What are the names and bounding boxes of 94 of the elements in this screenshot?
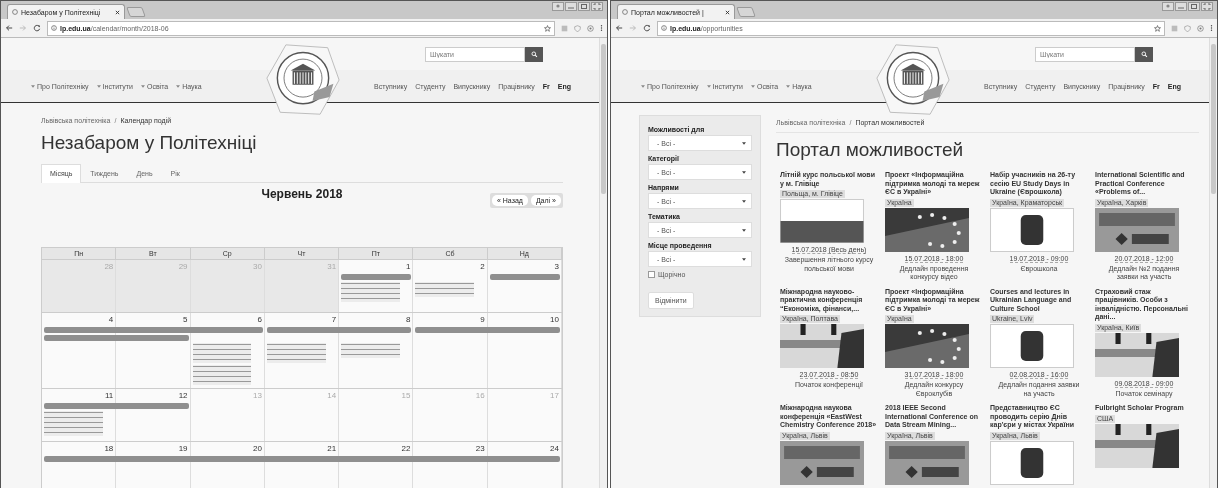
day-number: 20 <box>252 444 262 454</box>
caret-icon <box>742 199 746 203</box>
extension-icon[interactable] <box>561 24 568 32</box>
day-number: 18 <box>104 444 114 454</box>
caret-icon <box>742 141 746 145</box>
restore-icon[interactable] <box>1188 2 1200 11</box>
event-bar[interactable] <box>266 327 412 333</box>
day-number: 4 <box>108 315 114 325</box>
day-number: 23 <box>475 444 485 454</box>
restore-icon[interactable] <box>578 2 590 11</box>
day-number: 17 <box>550 391 559 401</box>
event-note[interactable] <box>44 411 103 436</box>
month-title: Червень 2018 <box>261 187 343 201</box>
back-icon[interactable] <box>615 24 623 32</box>
day-number: 15 <box>401 391 411 401</box>
extension-icon[interactable] <box>1197 24 1204 32</box>
scrollbar-thumb[interactable] <box>601 44 606 194</box>
day-cell[interactable]: 8 <box>339 313 414 388</box>
caret-icon <box>641 84 645 88</box>
caret-icon <box>140 84 145 88</box>
checkbox[interactable] <box>648 271 655 278</box>
new-tab-button[interactable] <box>126 7 146 17</box>
caret-icon <box>742 257 746 261</box>
forward-icon[interactable] <box>629 24 637 32</box>
search-button[interactable] <box>525 46 543 62</box>
day-number: 11 <box>104 391 114 401</box>
event-note[interactable] <box>341 282 400 302</box>
caret-icon <box>750 84 755 88</box>
day-number: 7 <box>331 315 337 325</box>
minimize-icon[interactable] <box>565 2 577 11</box>
caret-icon <box>176 84 181 88</box>
day-cell[interactable]: 7 <box>264 313 340 388</box>
shield-icon[interactable] <box>574 24 581 32</box>
day-number: 2 <box>480 262 485 272</box>
caret-icon <box>742 228 746 232</box>
search-icon <box>1140 50 1148 58</box>
search-button[interactable] <box>1135 46 1153 62</box>
forward-icon[interactable] <box>19 24 27 32</box>
new-tab-button[interactable] <box>736 7 756 17</box>
extension-icon[interactable] <box>587 24 594 32</box>
star-icon[interactable] <box>1154 24 1161 32</box>
caret-icon <box>786 84 791 88</box>
university-emblem-drawing[interactable] <box>875 42 951 118</box>
minimize-icon[interactable] <box>1175 2 1187 11</box>
day-number: 21 <box>327 444 337 454</box>
back-icon[interactable] <box>5 24 13 32</box>
day-number: 9 <box>480 315 485 325</box>
caret-icon <box>742 170 746 174</box>
day-number: 13 <box>252 391 262 401</box>
day-number: 24 <box>550 444 559 454</box>
day-number: 19 <box>178 444 188 454</box>
close-icon[interactable] <box>725 9 730 15</box>
search-icon <box>530 50 538 58</box>
event-note[interactable] <box>341 343 400 358</box>
reload-icon[interactable] <box>643 24 651 32</box>
globe-icon <box>12 9 18 15</box>
star-icon[interactable] <box>544 24 551 32</box>
caret-icon <box>96 84 101 88</box>
extension-icon[interactable] <box>1171 24 1178 32</box>
event-bar[interactable] <box>341 274 412 280</box>
caret-icon <box>31 84 35 88</box>
day-number: 3 <box>554 262 559 272</box>
menu-icon[interactable] <box>600 24 603 32</box>
fullscreen-icon[interactable] <box>591 2 603 11</box>
event-note[interactable] <box>192 343 252 363</box>
day-number: 12 <box>178 391 188 401</box>
day-number: 10 <box>550 315 559 325</box>
info-icon[interactable] <box>661 25 667 31</box>
event-note[interactable] <box>192 365 252 385</box>
event-bar[interactable] <box>489 274 560 280</box>
page-heading: Портал можливостей <box>776 139 965 161</box>
day-number: 16 <box>475 391 485 401</box>
day-number: 22 <box>401 444 411 454</box>
caret-icon <box>706 84 711 88</box>
close-icon[interactable] <box>115 9 120 15</box>
menu-icon[interactable] <box>1210 24 1213 32</box>
page-heading: Незабаром у Політехніці <box>41 132 258 154</box>
university-emblem-drawing[interactable] <box>265 42 341 118</box>
day-cell[interactable]: 2 <box>413 260 488 312</box>
day-number: 1 <box>405 262 411 272</box>
day-number: 8 <box>405 315 411 325</box>
day-number: 28 <box>104 262 114 272</box>
event-note[interactable] <box>266 343 326 363</box>
shield-icon[interactable] <box>1184 24 1191 32</box>
day-number: 6 <box>257 315 262 325</box>
info-icon[interactable] <box>51 25 57 31</box>
day-number: 14 <box>327 391 337 401</box>
globe-icon <box>622 9 628 15</box>
reload-icon[interactable] <box>33 24 41 32</box>
day-number: 5 <box>183 315 188 325</box>
fullscreen-icon[interactable] <box>1201 2 1213 11</box>
event-note[interactable] <box>415 282 475 297</box>
day-cell[interactable]: 6 <box>190 313 265 388</box>
scrollbar-thumb[interactable] <box>1211 44 1216 194</box>
